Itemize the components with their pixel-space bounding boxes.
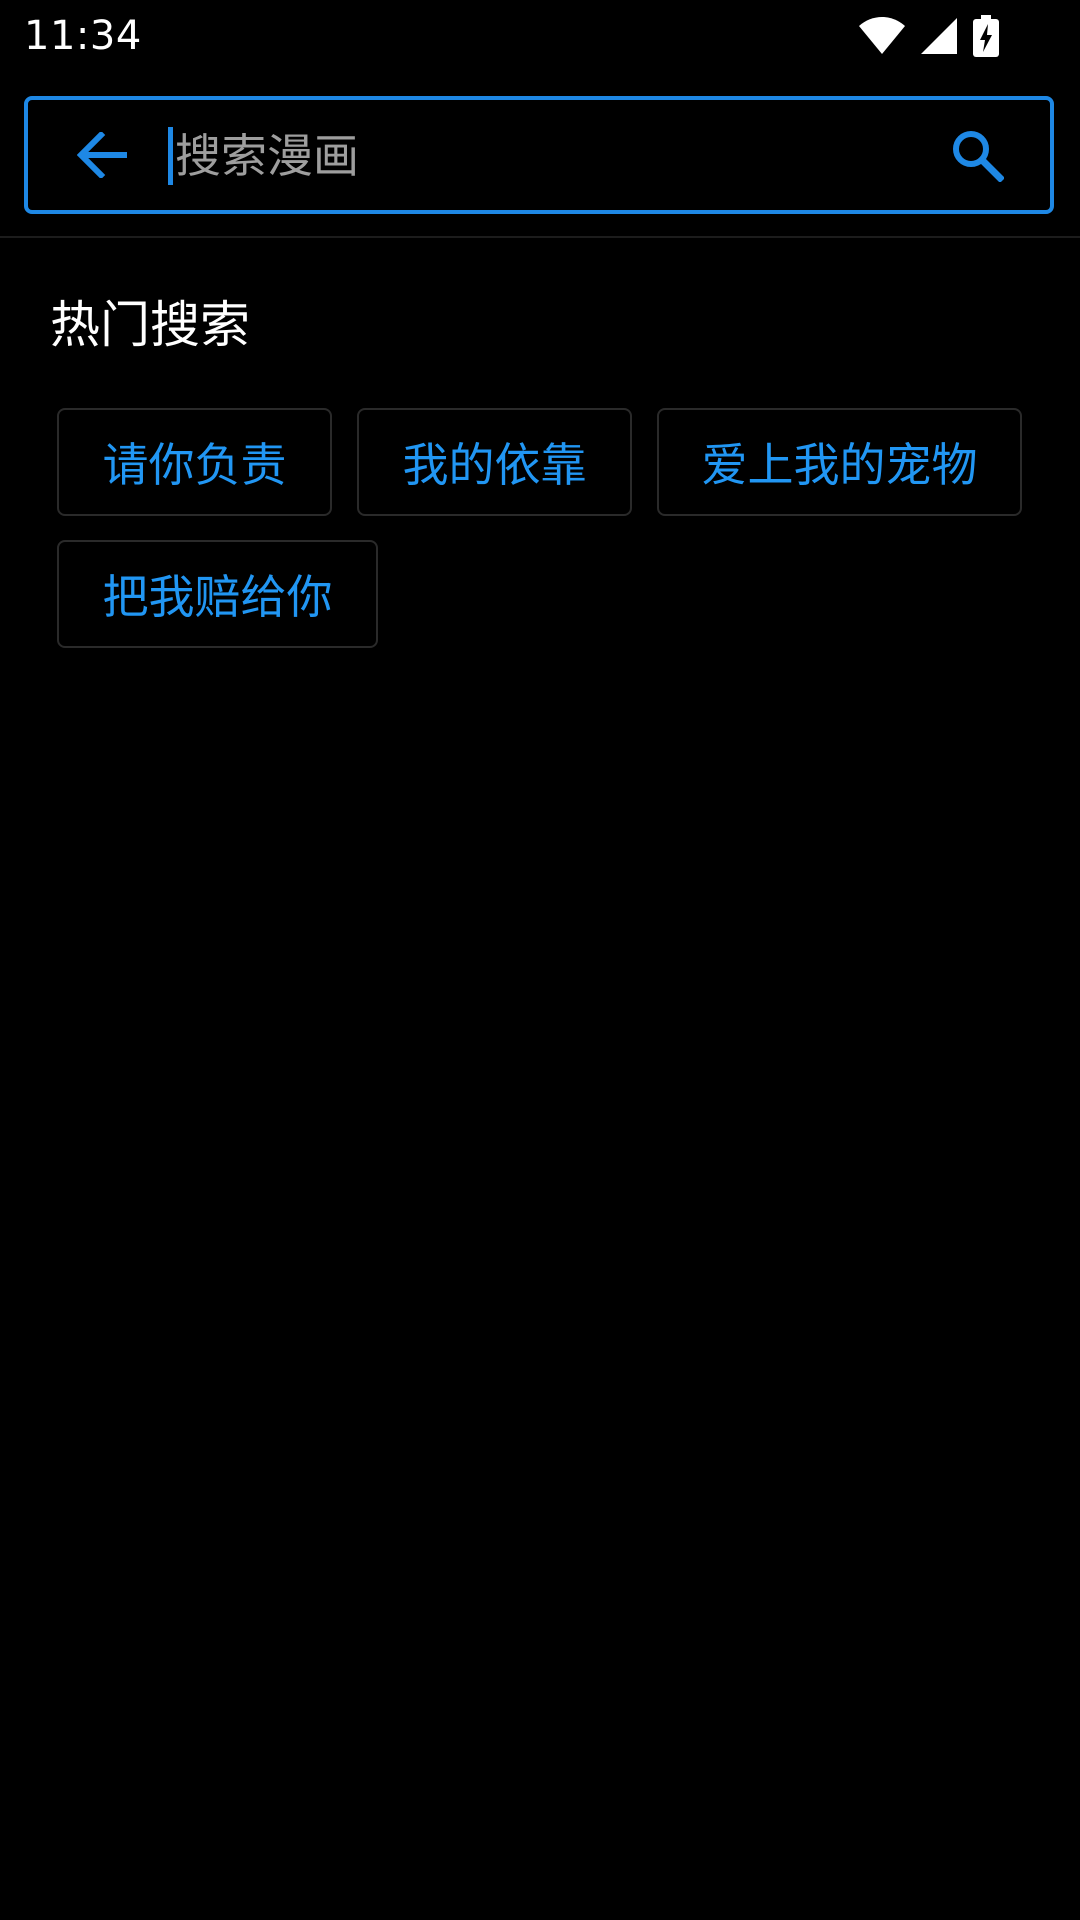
status-bar: 11:34 <box>0 0 1080 72</box>
search-icon <box>950 128 1005 186</box>
hot-search-tag[interactable]: 请你负责 <box>57 408 332 516</box>
hot-search-tag[interactable]: 我的依靠 <box>357 408 632 516</box>
search-input[interactable] <box>175 118 915 194</box>
text-caret <box>168 127 173 185</box>
status-icons <box>858 14 1000 58</box>
search-bar <box>24 96 1054 214</box>
hot-search-title: 热门搜索 <box>50 296 250 354</box>
status-time: 11:34 <box>24 13 142 59</box>
battery-charging-icon <box>972 15 1000 57</box>
signal-icon <box>920 17 958 55</box>
back-button[interactable] <box>68 122 138 192</box>
search-button[interactable] <box>942 122 1012 192</box>
hot-search-tag[interactable]: 爱上我的宠物 <box>657 408 1022 516</box>
hot-search-tag[interactable]: 把我赔给你 <box>57 540 378 648</box>
arrow-left-icon <box>76 130 129 182</box>
header-divider <box>0 236 1080 238</box>
wifi-icon <box>858 16 906 56</box>
search-input-wrap <box>168 118 928 194</box>
